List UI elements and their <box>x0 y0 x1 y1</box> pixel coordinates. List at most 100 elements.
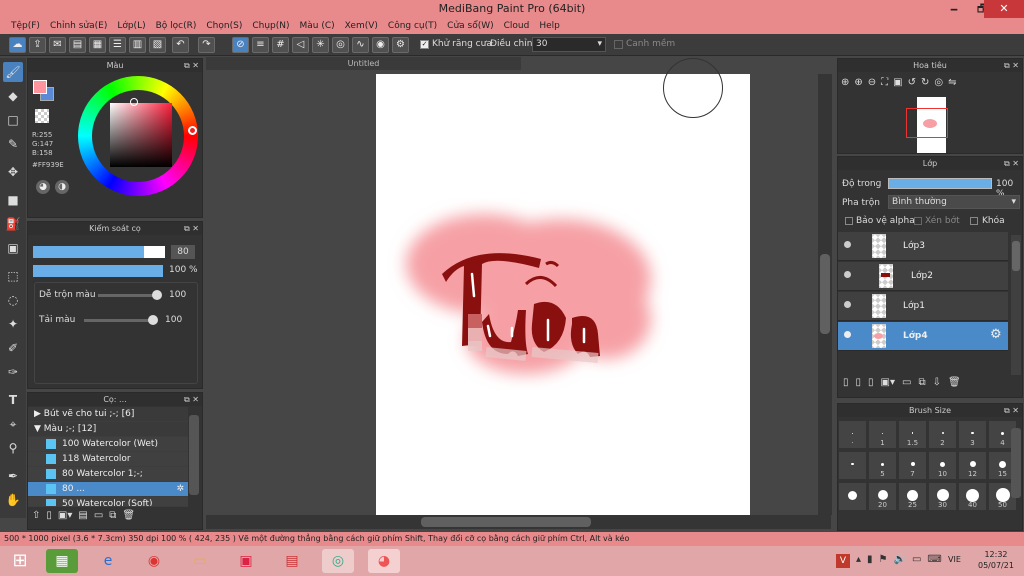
curve-snap-icon[interactable]: ∿ <box>352 37 369 53</box>
hue-cursor[interactable] <box>188 126 197 135</box>
add-layer-icon[interactable]: ▣▾ <box>881 377 895 388</box>
text-tool-icon[interactable]: T <box>3 390 23 410</box>
brush-size-cell[interactable]: 3 <box>958 420 987 449</box>
chrome-icon[interactable]: ◉ <box>138 549 170 573</box>
parallel-snap-icon[interactable]: ≡ <box>252 37 269 53</box>
sv-cursor[interactable] <box>130 98 138 106</box>
magic-wand-icon[interactable]: ✦ <box>3 314 23 334</box>
new-brush-icon[interactable]: ▯ <box>46 510 52 526</box>
brush-item-selected[interactable]: 80 ... ✲ <box>28 482 188 497</box>
cross-snap-icon[interactable]: # <box>272 37 289 53</box>
brush-item[interactable]: 100 Watercolor (Wet) <box>28 437 188 452</box>
internet-explorer-icon[interactable]: e <box>92 549 124 573</box>
new-layer-2-icon[interactable]: ▯ <box>856 377 862 388</box>
layer-row[interactable]: Lớp2 <box>838 262 1008 291</box>
size-value[interactable]: 80 <box>171 245 195 259</box>
delete-icon[interactable]: 🗑 <box>122 510 135 526</box>
powerpoint-icon[interactable]: ▣ <box>230 549 262 573</box>
flag-icon[interactable]: ⚑ <box>879 554 888 565</box>
amount-slider[interactable] <box>84 319 156 322</box>
brush-size-cell[interactable]: 5 <box>868 451 897 480</box>
menu-filter[interactable]: Bộ lọc(R) <box>151 21 202 31</box>
upload-brush-icon[interactable]: ⇧ <box>32 510 40 526</box>
network-icon[interactable]: ▮ <box>867 554 873 565</box>
ellipse-snap-icon[interactable]: ◉ <box>372 37 389 53</box>
eraser-tool-icon[interactable]: ◆ <box>3 86 23 106</box>
menu-help[interactable]: Help <box>534 21 565 31</box>
menu-cloud[interactable]: Cloud <box>499 21 535 31</box>
eye-icon[interactable] <box>844 301 851 308</box>
merge-icon[interactable]: ⇩ <box>933 377 941 388</box>
brush-size-cell[interactable]: 7 <box>898 451 927 480</box>
amount-slider-thumb[interactable] <box>148 315 158 325</box>
medibang-icon[interactable]: ◕ <box>368 549 400 573</box>
flip-icon[interactable]: ⇋ <box>948 77 956 88</box>
language-indicator[interactable]: VIE <box>948 555 961 564</box>
brush-size-cell[interactable]: 10 <box>928 451 957 480</box>
file-explorer-icon[interactable]: ▭ <box>184 549 216 573</box>
new-layer-icon[interactable]: ▯ <box>843 377 849 388</box>
rotate-left-icon[interactable]: ↺ <box>908 77 916 88</box>
eye-icon[interactable] <box>844 241 851 248</box>
zoom-in-2-icon[interactable]: ⊕ <box>854 77 862 88</box>
brush-item[interactable]: 80 Watercolor 1;-; <box>28 467 188 482</box>
layer-scrollbar[interactable] <box>1011 235 1021 375</box>
gradient-tool-icon[interactable]: ▣ <box>3 238 23 258</box>
brush-size-cell[interactable]: · <box>838 420 867 449</box>
duplicate-icon[interactable]: ⧉ <box>109 510 116 526</box>
document-icon[interactable]: ▦ <box>89 37 106 53</box>
duplicate-icon[interactable]: ⧉ <box>918 377 925 388</box>
volume-icon[interactable]: 🔊 <box>894 554 906 565</box>
delete-icon[interactable]: 🗑 <box>948 377 961 388</box>
view-frame[interactable] <box>906 108 948 138</box>
protect-alpha-checkbox[interactable] <box>845 217 853 225</box>
brush-size-cell[interactable]: 1.5 <box>898 420 927 449</box>
brush-size-cell[interactable] <box>838 482 867 511</box>
clip-checkbox[interactable] <box>914 217 922 225</box>
vanish-snap-icon[interactable]: ◁ <box>292 37 309 53</box>
menu-edit[interactable]: Chỉnh sửa(E) <box>45 21 112 31</box>
antialias-checkbox[interactable]: ✓ <box>420 40 429 49</box>
hand-tool-icon[interactable]: ✋ <box>3 490 23 510</box>
horizontal-scrollbar[interactable] <box>206 515 831 529</box>
new-layer-3-icon[interactable]: ▯ <box>868 377 874 388</box>
correction-select[interactable]: 30 ▾ <box>532 37 606 52</box>
zoom-out-icon[interactable]: ⊖ <box>868 77 876 88</box>
list-icon[interactable]: ☰ <box>109 37 126 53</box>
grid-icon[interactable]: ▥ <box>129 37 146 53</box>
eyedropper-tool-icon[interactable]: ⚲ <box>3 438 23 458</box>
add-brush-icon[interactable]: ▣▾ <box>58 510 72 526</box>
reset-icon[interactable]: ◎ <box>934 77 943 88</box>
panel-close-icon[interactable]: ⧉ ✕ <box>1004 404 1019 417</box>
app-icon[interactable]: ▤ <box>276 549 308 573</box>
brush-tool-icon[interactable]: 🖌 <box>3 62 23 82</box>
circle-snap-icon[interactable]: ◎ <box>332 37 349 53</box>
menu-color[interactable]: Màu (C) <box>295 21 340 31</box>
vertical-scroll-thumb[interactable] <box>820 254 830 334</box>
snap-checkbox[interactable] <box>614 40 623 49</box>
folder-icon[interactable]: ▭ <box>902 377 911 388</box>
chat-icon[interactable]: ✉ <box>49 37 66 53</box>
panel-close-icon[interactable]: ⧉ ✕ <box>184 393 199 406</box>
menu-select[interactable]: Chọn(S) <box>201 21 247 31</box>
eye-icon[interactable] <box>844 271 851 278</box>
select-eraser-icon[interactable]: ✑ <box>3 362 23 382</box>
layer-opacity-slider[interactable] <box>888 178 992 189</box>
vertical-scrollbar[interactable] <box>818 74 832 515</box>
clock[interactable]: 12:32 05/07/21 <box>978 549 1014 571</box>
primary-color-swatch[interactable] <box>33 80 47 94</box>
bucket-tool-icon[interactable]: ⛽ <box>3 214 23 234</box>
menu-capture[interactable]: Chụp(N) <box>247 21 294 31</box>
brush-item[interactable]: 50 Watercolor (Soft) <box>28 497 188 507</box>
menu-window[interactable]: Cửa sổ(W) <box>442 21 498 31</box>
gear-icon[interactable]: ⚙ <box>990 327 1002 342</box>
panel-close-icon[interactable]: ⧉ ✕ <box>1004 59 1019 72</box>
battery-icon[interactable]: ▭ <box>912 554 921 565</box>
menu-tools[interactable]: Công cụ(T) <box>383 21 442 31</box>
copy-brush-icon[interactable]: ▤ <box>78 510 87 526</box>
select-tool-icon[interactable]: ⬚ <box>3 266 23 286</box>
cloud-icon[interactable]: ☁ <box>9 37 26 53</box>
zoom-in-icon[interactable]: ⊕ <box>841 77 849 88</box>
comment-icon[interactable]: ▤ <box>69 37 86 53</box>
blend-slider-thumb[interactable] <box>152 290 162 300</box>
